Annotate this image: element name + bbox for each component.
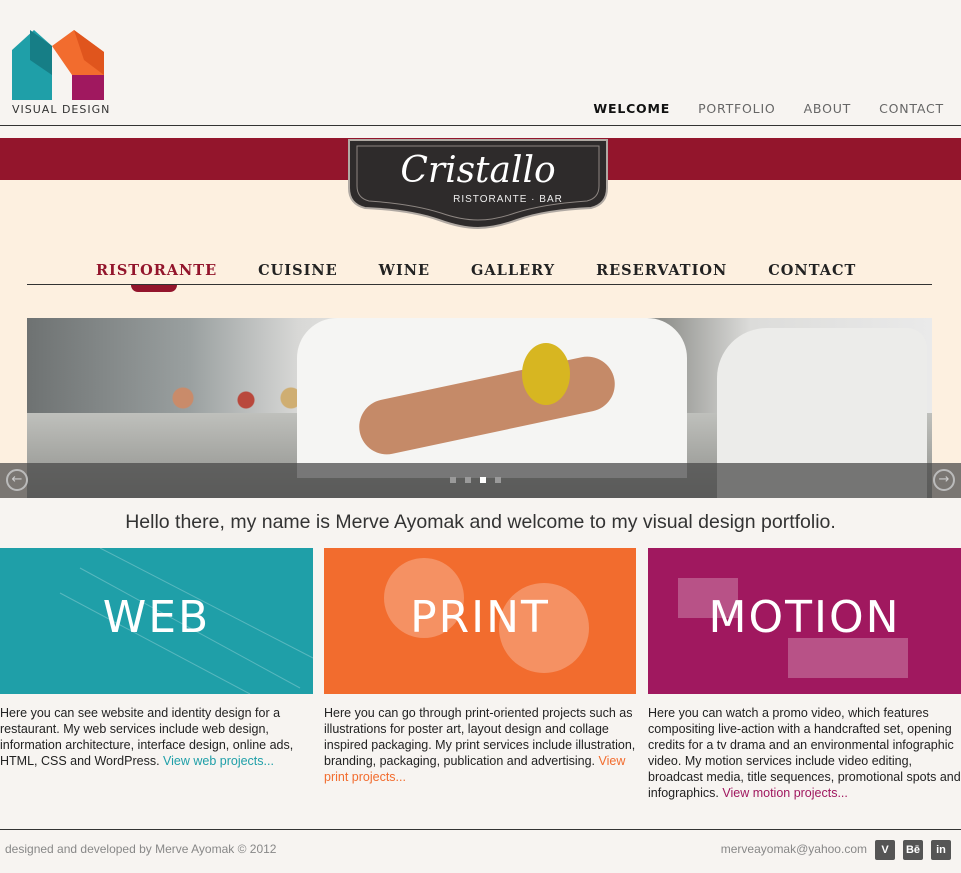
nav-about[interactable]: ABOUT — [804, 101, 852, 116]
print-description: Here you can go through print-oriented p… — [324, 706, 636, 784]
hero-slider: Cristallo RISTORANTE · BAR RISTORANTE CU… — [0, 138, 961, 498]
slider-next-arrow-icon[interactable]: → — [933, 469, 955, 491]
restaurant-nav-reservation[interactable]: RESERVATION — [596, 262, 727, 279]
nav-welcome[interactable]: WELCOME — [593, 101, 670, 116]
print-tile[interactable]: PRINT — [324, 548, 636, 694]
badge-subtitle: RISTORANTE · BAR — [453, 194, 563, 205]
slider-controls: ← → — [0, 463, 961, 498]
restaurant-nav-ristorante[interactable]: RISTORANTE — [96, 262, 217, 279]
mango — [522, 343, 570, 405]
slider-dots — [450, 477, 501, 483]
motion-tile[interactable]: MOTION — [648, 548, 961, 694]
top-navigation: WELCOME PORTFOLIO ABOUT CONTACT — [593, 101, 944, 116]
view-web-projects-link[interactable]: View web projects... — [163, 754, 274, 768]
behance-icon[interactable]: Bē — [903, 840, 923, 860]
slider-dot-2[interactable] — [465, 477, 471, 483]
badge-title: Cristallo — [400, 150, 556, 191]
web-tile[interactable]: WEB — [0, 548, 313, 694]
logo-mark-icon — [12, 30, 104, 100]
restaurant-nav-gallery[interactable]: GALLERY — [471, 262, 555, 279]
linkedin-icon[interactable]: in — [931, 840, 951, 860]
print-tile-label: PRINT — [410, 592, 550, 643]
slider-dot-4[interactable] — [495, 477, 501, 483]
restaurant-nav: RISTORANTE CUISINE WINE GALLERY RESERVAT… — [27, 262, 932, 292]
footer-credit: designed and developed by Merve Ayomak ©… — [5, 842, 277, 856]
restaurant-nav-contact[interactable]: CONTACT — [768, 262, 856, 279]
slider-dot-3[interactable] — [480, 477, 486, 483]
footer-divider — [0, 829, 961, 830]
motion-description: Here you can watch a promo video, which … — [648, 706, 961, 800]
logo-text: VISUAL DESIGN — [12, 103, 111, 116]
web-description: Here you can see website and identity de… — [0, 706, 294, 768]
view-motion-projects-link[interactable]: View motion projects... — [722, 786, 848, 800]
footer-email-link[interactable]: merveayomak@yahoo.com — [721, 842, 867, 856]
web-tile-label: WEB — [102, 592, 211, 643]
nav-contact[interactable]: CONTACT — [879, 101, 944, 116]
header-divider — [0, 125, 961, 126]
logo[interactable]: VISUAL DESIGN — [12, 30, 112, 116]
active-nav-marker — [131, 285, 177, 292]
nav-portfolio[interactable]: PORTFOLIO — [698, 101, 776, 116]
vimeo-icon[interactable]: V — [875, 840, 895, 860]
slider-prev-arrow-icon[interactable]: ← — [6, 469, 28, 491]
motion-tile-label: MOTION — [708, 592, 901, 643]
intro-text: Hello there, my name is Merve Ayomak and… — [125, 511, 836, 533]
slider-dot-1[interactable] — [450, 477, 456, 483]
restaurant-nav-wine[interactable]: WINE — [379, 262, 430, 279]
restaurant-badge: Cristallo RISTORANTE · BAR — [345, 138, 611, 230]
restaurant-nav-cuisine[interactable]: CUISINE — [258, 262, 338, 279]
